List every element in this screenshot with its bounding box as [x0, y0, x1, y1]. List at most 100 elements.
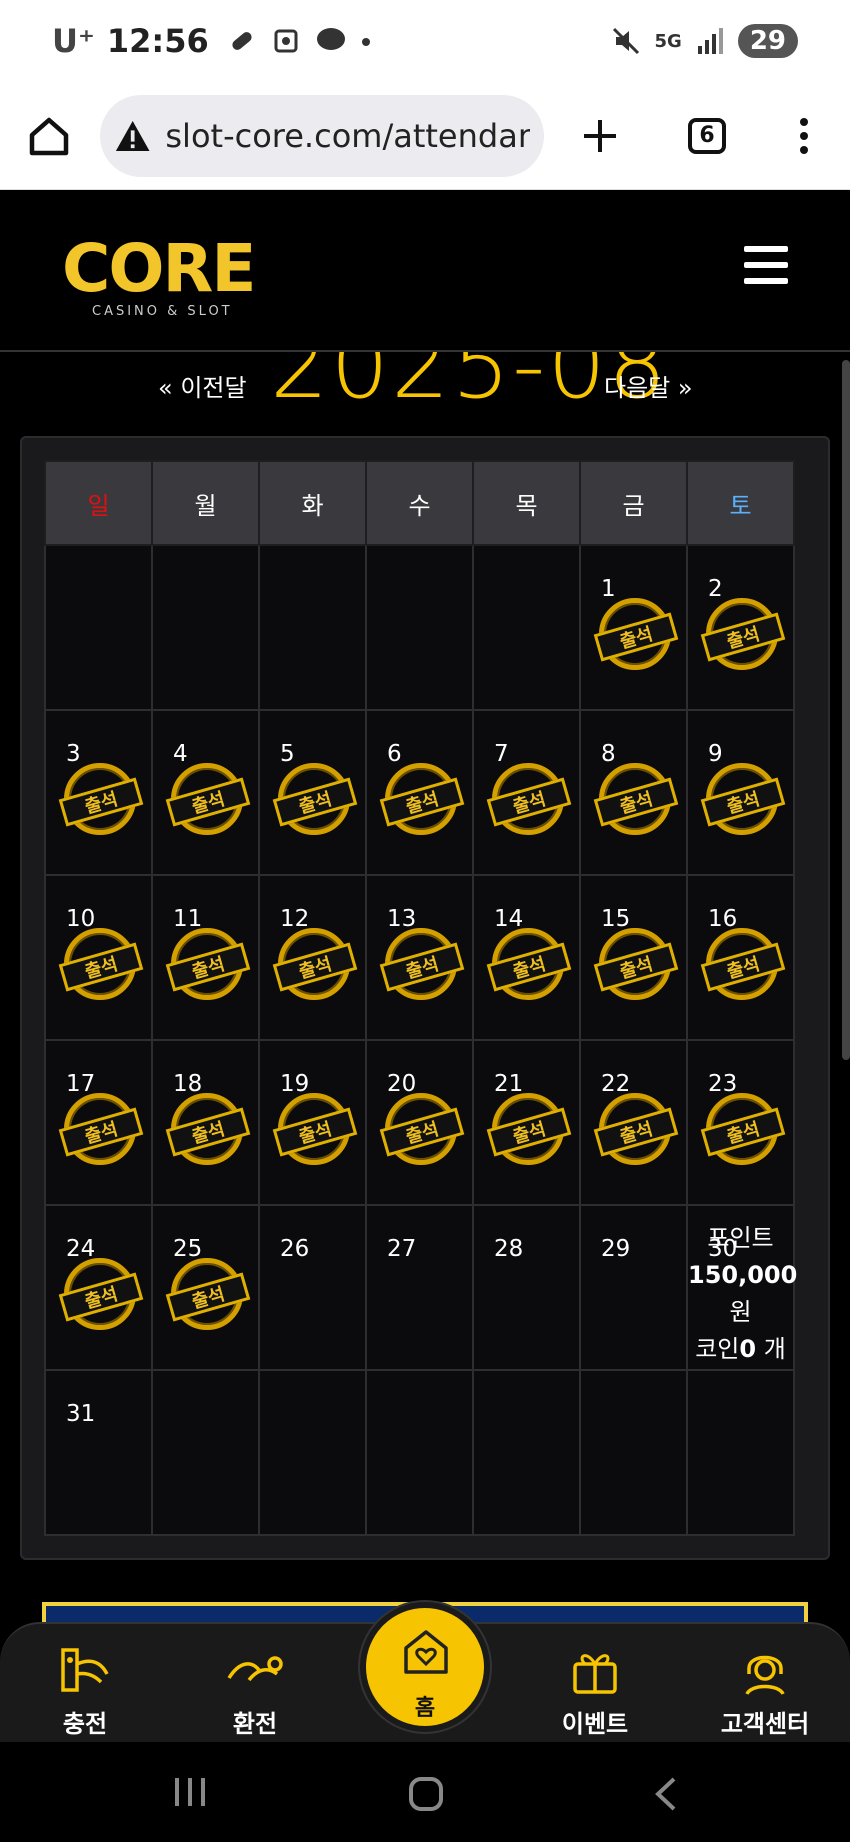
nav-home-label: 홈: [414, 1696, 436, 1721]
calendar-empty-cell: [365, 544, 474, 711]
attendance-stamp-label: 출석: [272, 777, 358, 827]
point-value: 150,000: [688, 1261, 798, 1289]
attendance-stamp-label: 출석: [700, 1107, 786, 1157]
day-number: 8: [601, 741, 616, 767]
calendar-day-cell: 11 출석: [151, 874, 260, 1041]
nav-charge-label: 충전: [62, 1710, 108, 1738]
attendance-stamp-label: 출석: [58, 1107, 144, 1157]
coin-value: 0: [739, 1335, 757, 1363]
calendar-day-cell: 14 출석: [472, 874, 581, 1041]
attendance-stamp-icon: 출석: [165, 763, 251, 835]
talk-icon: [316, 28, 345, 50]
day-number: 31: [66, 1401, 96, 1427]
day-number: 29: [601, 1236, 631, 1262]
attendance-stamp-icon: 출석: [379, 928, 465, 1000]
calendar-empty-cell: [44, 544, 153, 711]
calendar-day-cell: 18 출석: [151, 1039, 260, 1206]
calendar-day-cell: 28: [472, 1204, 581, 1371]
attendance-stamp-label: 출석: [272, 942, 358, 992]
attendance-stamp-label: 출석: [593, 942, 679, 992]
attendance-stamp-label: 출석: [379, 1107, 465, 1157]
attendance-stamp-label: 출석: [486, 942, 572, 992]
attendance-stamp-icon: 출석: [486, 763, 572, 835]
next-month-link[interactable]: 다음달 »: [604, 368, 693, 403]
prev-month-link[interactable]: « 이전달: [158, 368, 247, 403]
site-logo[interactable]: CORE CASINO & SLOT: [62, 230, 256, 320]
back-icon[interactable]: [652, 1776, 678, 1812]
day-number: 27: [387, 1236, 417, 1262]
system-navigation-bar: [0, 1742, 850, 1842]
attendance-stamp-label: 출석: [379, 942, 465, 992]
nav-exchange[interactable]: 환전: [190, 1642, 320, 1739]
nav-event-label: 이벤트: [561, 1710, 629, 1738]
attendance-stamp-label: 출석: [486, 1107, 572, 1157]
calendar-day-cell: 22 출석: [579, 1039, 688, 1206]
calendar-day-cell: 17 출석: [44, 1039, 153, 1206]
attendance-stamp-icon: 출석: [700, 1093, 786, 1165]
calendar-day-cell: 21 출석: [472, 1039, 581, 1206]
page-scrollbar[interactable]: [842, 360, 850, 1060]
calendar-day-cell: 16 출석: [686, 874, 795, 1041]
more-menu-icon[interactable]: [798, 116, 810, 156]
nav-event[interactable]: 이벤트: [530, 1642, 660, 1739]
tab-switcher-button[interactable]: 6: [688, 117, 726, 154]
home-icon[interactable]: [26, 113, 72, 159]
recent-apps-icon[interactable]: [172, 1776, 208, 1808]
day-number: 5: [280, 741, 295, 767]
nav-charge[interactable]: 충전: [20, 1642, 150, 1739]
calendar-day-cell: 7 출석: [472, 709, 581, 876]
day-number: 28: [494, 1236, 524, 1262]
weekday-header: 금: [579, 460, 688, 546]
calendar-day-cell: 29: [579, 1204, 688, 1371]
calendar-week-row: 10 출석 11 출석 12 출석 13 출석 14 출석 15 출석 16 출석: [44, 874, 795, 1041]
attendance-stamp-label: 출석: [165, 1107, 251, 1157]
attendance-stamp-icon: 출석: [593, 928, 679, 1000]
attendance-stamp-label: 출석: [58, 1272, 144, 1322]
attendance-stamp-icon: 출석: [700, 928, 786, 1000]
nav-support[interactable]: 고객센터: [700, 1642, 830, 1739]
calendar-day-cell: 23 출석: [686, 1039, 795, 1206]
day-number: 9: [708, 741, 723, 767]
system-home-icon[interactable]: [408, 1776, 444, 1812]
attendance-stamp-label: 출석: [593, 1107, 679, 1157]
attendance-stamp-label: 출석: [165, 942, 251, 992]
point-unit: 원: [729, 1298, 752, 1326]
warning-icon[interactable]: [114, 118, 151, 154]
day-number: 2: [708, 576, 723, 602]
calendar-empty-cell: [258, 1369, 367, 1536]
status-bar: U⁺ 12:56 5G 29: [0, 0, 850, 82]
attendance-stamp-label: 출석: [700, 612, 786, 662]
logo-wordmark: CORE: [62, 230, 256, 307]
calendar-empty-cell: [258, 544, 367, 711]
nav-home-button[interactable]: 홈: [360, 1602, 490, 1732]
attendance-stamp-label: 출석: [379, 777, 465, 827]
calendar-day-cell: 3 출석: [44, 709, 153, 876]
attendance-stamp-icon: 출석: [486, 928, 572, 1000]
url-bar[interactable]: slot-core.com/attendanc: [100, 94, 544, 177]
day-number: 1: [601, 576, 616, 602]
calendar-day-cell: 10 출석: [44, 874, 153, 1041]
calendar-empty-cell: [472, 544, 581, 711]
day-number: 4: [173, 741, 188, 767]
attendance-stamp-icon: 출석: [272, 1093, 358, 1165]
calendar-day-cell: 19 출석: [258, 1039, 367, 1206]
url-text[interactable]: slot-core.com/attendanc: [165, 117, 530, 155]
hamburger-menu-icon[interactable]: [744, 246, 788, 284]
weekday-header: 수: [365, 460, 474, 546]
day-number: 26: [280, 1236, 310, 1262]
link-icon: [232, 32, 252, 50]
new-tab-icon[interactable]: [580, 116, 620, 156]
dot-icon: [361, 38, 370, 46]
calendar-week-row: 3 출석 4 출석 5 출석 6 출석 7 출석 8 출석 9 출석: [44, 709, 795, 876]
points-summary: 포인트 150,000 원 코인0 개: [688, 1220, 797, 1368]
attendance-stamp-icon: 출석: [165, 928, 251, 1000]
attendance-stamp-icon: 출석: [165, 1258, 251, 1330]
network-badge: 5G: [654, 30, 682, 52]
calendar-empty-cell: [686, 1369, 795, 1536]
calendar-week-row: 1 출석 2 출석: [44, 544, 795, 711]
attendance-stamp-icon: 출석: [165, 1093, 251, 1165]
attendance-stamp-label: 출석: [593, 777, 679, 827]
weekday-header: 목: [472, 460, 581, 546]
attendance-stamp-icon: 출석: [58, 1093, 144, 1165]
attendance-stamp-icon: 출석: [486, 1093, 572, 1165]
